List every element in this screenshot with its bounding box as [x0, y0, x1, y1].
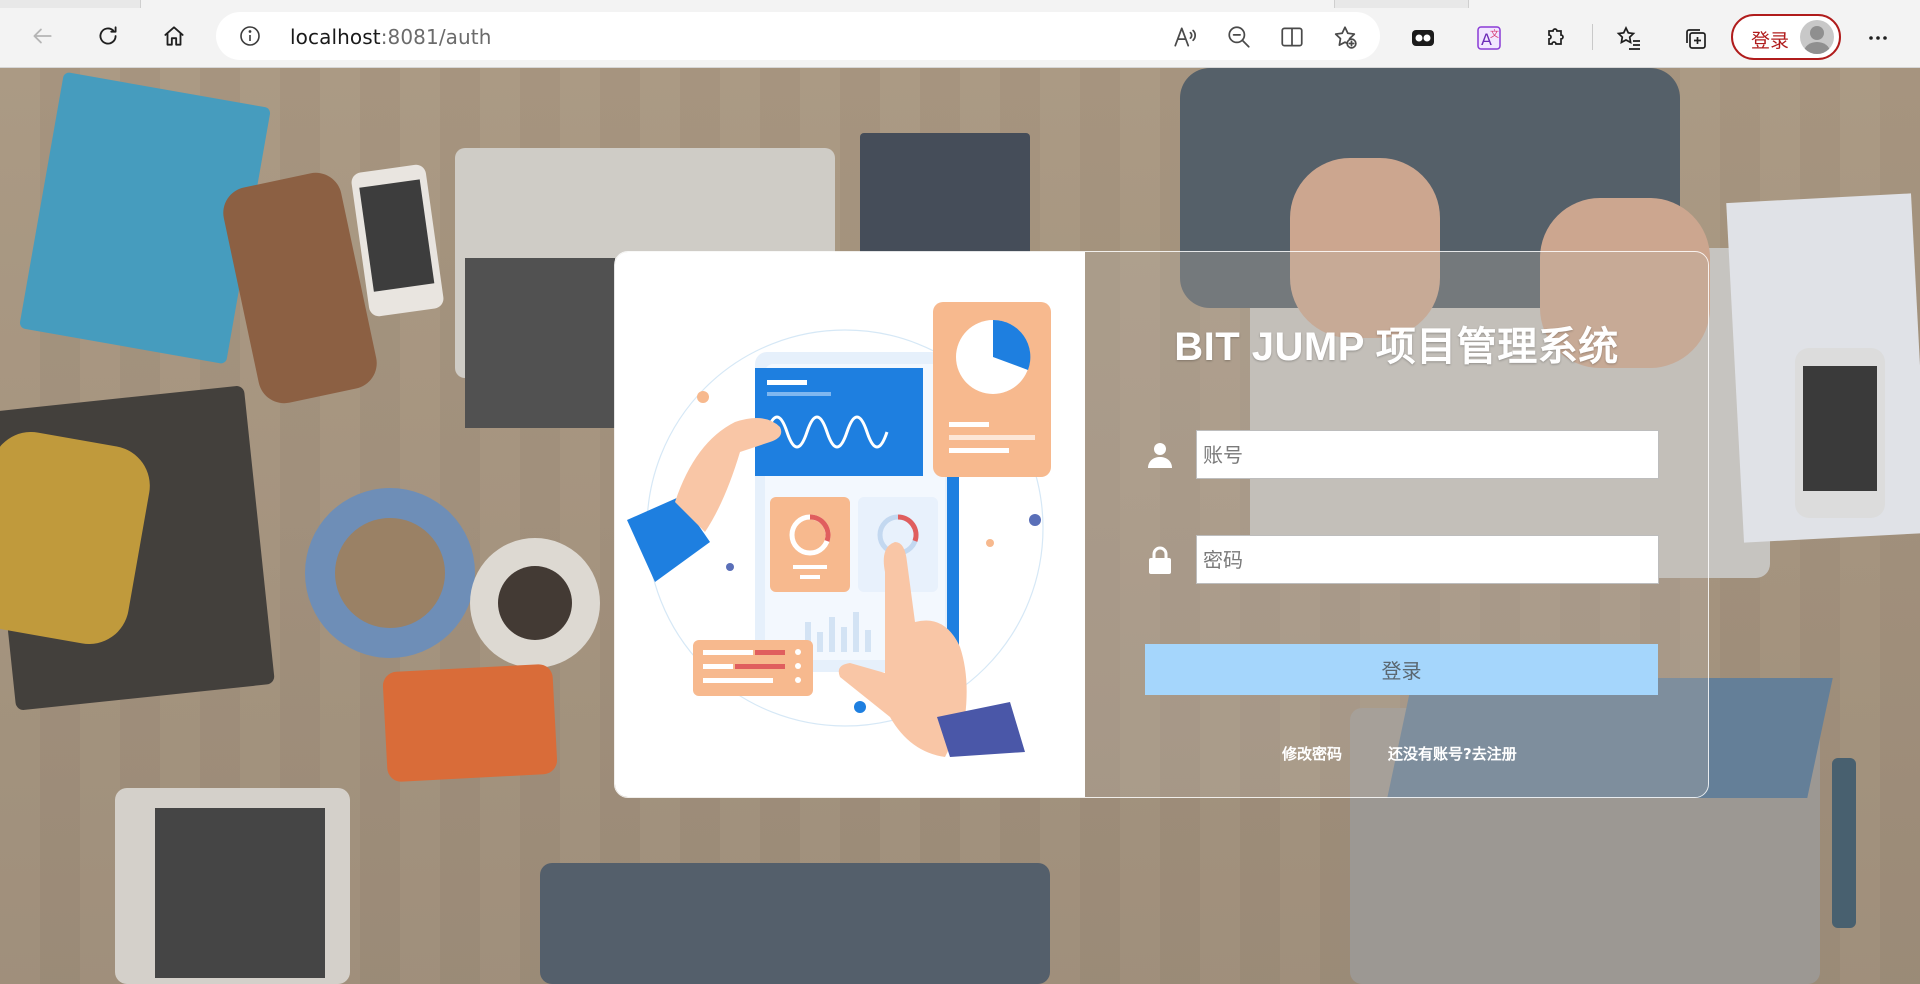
url-text[interactable]: localhost:8081/auth	[290, 25, 492, 49]
password-row	[1145, 535, 1659, 585]
split-screen-icon[interactable]	[1279, 24, 1305, 50]
account-row	[1145, 430, 1659, 480]
url-path: :8081/auth	[380, 25, 492, 49]
reload-button[interactable]	[88, 16, 128, 56]
page-background: BIT JUMP 项目管理系统 登录 修改密码 还没有账号?去注册	[0, 68, 1920, 984]
active-tab[interactable]	[140, 0, 1335, 8]
change-password-link[interactable]: 修改密码	[1282, 743, 1342, 764]
tab-strip	[0, 0, 1920, 8]
lock-icon	[1145, 545, 1175, 575]
login-button[interactable]: 登录	[1145, 644, 1658, 695]
account-input[interactable]	[1196, 430, 1659, 479]
register-link[interactable]: 还没有账号?去注册	[1388, 743, 1517, 764]
read-aloud-icon[interactable]	[1172, 24, 1198, 50]
back-button[interactable]	[22, 16, 62, 56]
user-icon	[1145, 440, 1175, 470]
avatar	[1800, 20, 1834, 54]
back-arrow-icon	[33, 28, 52, 44]
profile-login-label: 登录	[1751, 30, 1790, 52]
toolbar-divider	[1592, 24, 1593, 50]
more-menu-icon[interactable]	[1858, 18, 1898, 58]
home-button[interactable]	[154, 16, 194, 56]
translate-extension-icon[interactable]: A文	[1469, 18, 1509, 58]
login-title: BIT JUMP 项目管理系统	[1174, 325, 1619, 369]
dashboard-illustration	[627, 302, 1051, 757]
address-bar[interactable]: localhost:8081/auth	[216, 12, 1380, 60]
svg-text:文: 文	[1490, 28, 1499, 40]
url-host: localhost	[290, 25, 381, 49]
browser-toolbar: localhost:8081/auth A文 登录	[0, 0, 1920, 68]
login-card: BIT JUMP 项目管理系统 登录 修改密码 还没有账号?去注册	[614, 251, 1709, 798]
login-form-panel: BIT JUMP 项目管理系统 登录 修改密码 还没有账号?去注册	[1085, 252, 1708, 797]
home-icon	[164, 26, 184, 46]
add-favorite-icon[interactable]	[1332, 24, 1358, 50]
illustration-panel	[615, 252, 1085, 797]
password-input[interactable]	[1196, 535, 1659, 584]
reload-icon	[99, 26, 117, 45]
profile-login-button[interactable]: 登录	[1731, 14, 1841, 60]
extension-1-icon[interactable]	[1403, 18, 1443, 58]
favorites-icon[interactable]	[1609, 18, 1649, 58]
collections-icon[interactable]	[1675, 18, 1715, 58]
zoom-out-icon[interactable]	[1226, 24, 1252, 50]
other-tab[interactable]	[1468, 0, 1920, 8]
site-info-icon[interactable]	[238, 24, 262, 48]
extensions-puzzle-icon[interactable]	[1535, 18, 1575, 58]
